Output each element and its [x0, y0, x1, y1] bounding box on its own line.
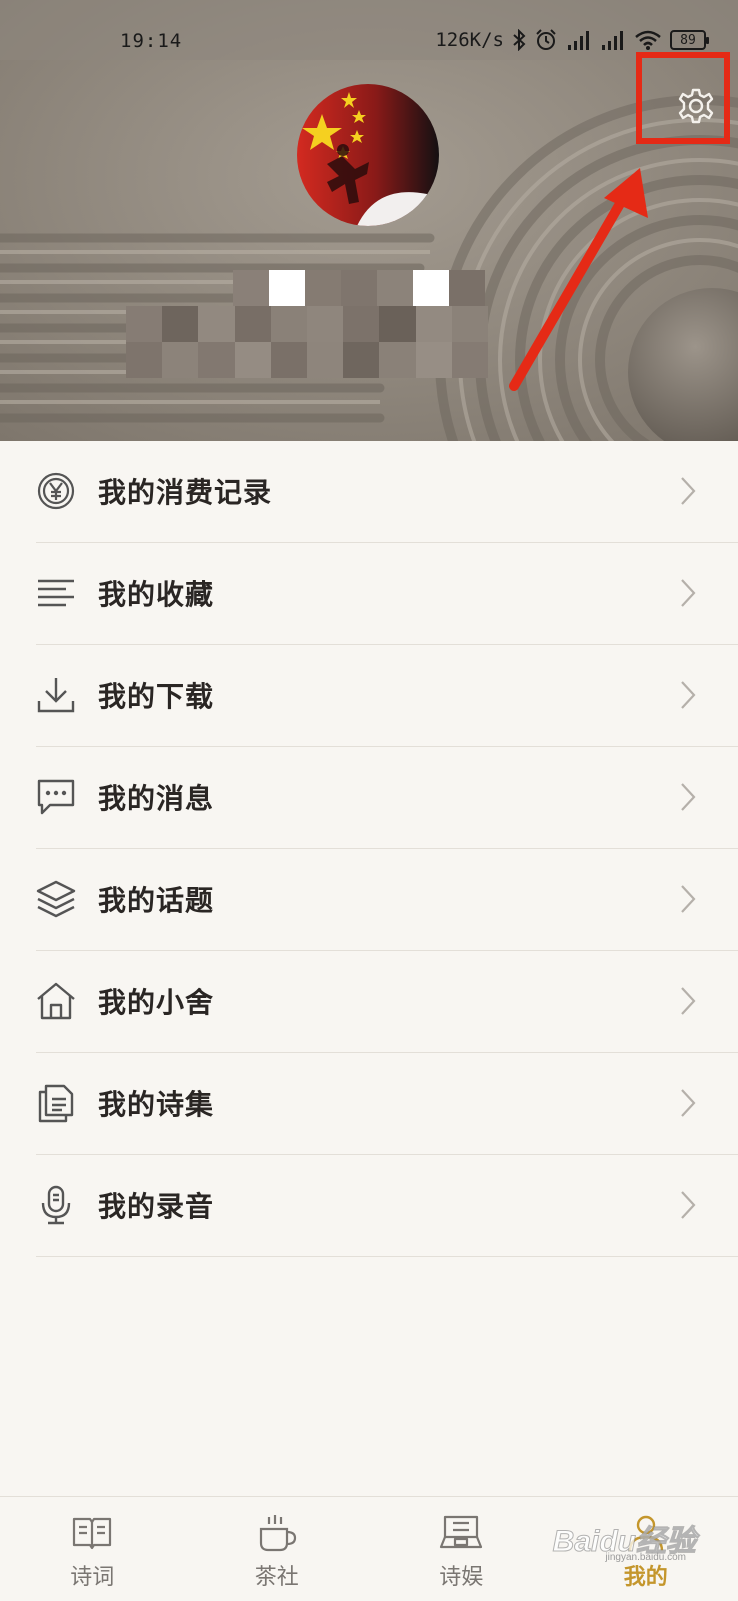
tab-label: 诗词	[0, 1559, 185, 1591]
bluetooth-icon	[512, 29, 526, 51]
user-name-pixelated	[233, 270, 485, 308]
battery-indicator: 89	[670, 30, 706, 50]
book-icon	[70, 1513, 114, 1553]
watermark-url: jingyan.baidu.com	[605, 1552, 686, 1563]
tab-tea-house[interactable]: 茶社	[185, 1497, 370, 1601]
menu-item-label: 我的录音	[98, 1185, 214, 1225]
alarm-icon	[534, 28, 558, 52]
yen-coin-icon	[36, 471, 76, 511]
chevron-right-icon	[678, 985, 698, 1017]
avatar-image	[297, 84, 439, 226]
layers-icon	[36, 879, 76, 919]
menu-item-poem-collection[interactable]: 我的诗集	[36, 1053, 738, 1155]
user-signature-pixelated	[126, 306, 488, 378]
tab-label: 我的	[554, 1559, 738, 1591]
menu-item-purchase-records[interactable]: 我的消费记录	[36, 441, 738, 543]
menu-item-label: 我的消费记录	[98, 471, 272, 511]
profile-menu: 我的消费记录 我的收藏 我的下载 我的消息	[0, 441, 738, 1257]
menu-item-topics[interactable]: 我的话题	[36, 849, 738, 951]
chevron-right-icon	[678, 475, 698, 507]
tab-poetry-games[interactable]: 诗娱	[369, 1497, 554, 1601]
menu-item-label: 我的下载	[98, 675, 214, 715]
menu-item-label: 我的消息	[98, 777, 214, 817]
network-speed: 126K/s	[435, 29, 504, 51]
chevron-right-icon	[678, 883, 698, 915]
tab-poetry[interactable]: 诗词	[0, 1497, 185, 1601]
chevron-right-icon	[678, 577, 698, 609]
chevron-right-icon	[678, 1189, 698, 1221]
status-time: 19:14	[120, 30, 182, 52]
menu-item-label: 我的小舍	[98, 981, 214, 1021]
tab-label: 诗娱	[369, 1559, 554, 1591]
menu-item-cottage[interactable]: 我的小舍	[36, 951, 738, 1053]
annotation-highlight-box	[636, 52, 730, 144]
chevron-right-icon	[678, 1087, 698, 1119]
annotation-arrow	[500, 160, 660, 400]
menu-item-downloads[interactable]: 我的下载	[36, 645, 738, 747]
signal-icon	[566, 29, 592, 51]
menu-item-recordings[interactable]: 我的录音	[36, 1155, 738, 1257]
menu-item-favorites[interactable]: 我的收藏	[36, 543, 738, 645]
menu-item-label: 我的诗集	[98, 1083, 214, 1123]
signal-icon-2	[600, 29, 626, 51]
menu-item-label: 我的话题	[98, 879, 214, 919]
battery-level: 89	[680, 33, 696, 48]
documents-icon	[36, 1083, 76, 1123]
list-lines-icon	[36, 573, 76, 613]
avatar[interactable]	[297, 84, 439, 226]
house-icon	[36, 981, 76, 1021]
chess-board-icon	[439, 1513, 483, 1553]
wifi-icon	[634, 29, 662, 51]
microphone-icon	[36, 1185, 76, 1225]
chat-bubble-icon	[36, 777, 76, 817]
menu-item-label: 我的收藏	[98, 573, 214, 613]
download-icon	[36, 675, 76, 715]
status-bar: 19:14 126K/s	[0, 0, 738, 70]
menu-item-messages[interactable]: 我的消息	[36, 747, 738, 849]
status-indicators: 126K/s	[435, 28, 706, 52]
chevron-right-icon	[678, 679, 698, 711]
chevron-right-icon	[678, 781, 698, 813]
tea-cup-icon	[255, 1513, 299, 1553]
tab-label: 茶社	[185, 1559, 370, 1591]
